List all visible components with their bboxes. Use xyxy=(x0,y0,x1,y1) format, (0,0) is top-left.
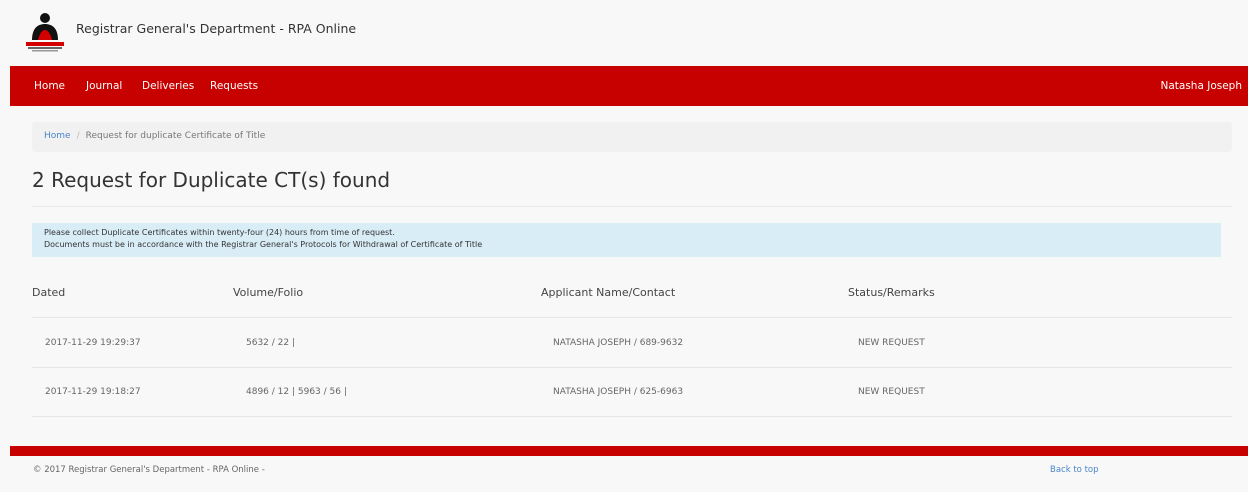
row-divider xyxy=(32,367,1232,368)
nav-home[interactable]: Home xyxy=(34,80,65,92)
row-divider xyxy=(32,416,1232,417)
page-title: 2 Request for Duplicate CT(s) found xyxy=(32,168,391,192)
main-navbar: Home Journal Deliveries Requests Natasha… xyxy=(10,66,1248,106)
nav-journal[interactable]: Journal xyxy=(86,80,122,92)
breadcrumb-separator: / xyxy=(76,131,80,141)
footer-bar xyxy=(10,446,1248,456)
notice-line-2: Documents must be in accordance with the… xyxy=(44,240,483,249)
header-status: Status/Remarks xyxy=(848,286,935,299)
cell-applicant: NATASHA JOSEPH / 689-9632 xyxy=(553,338,684,348)
cell-applicant: NATASHA JOSEPH / 625-6963 xyxy=(553,387,684,397)
nav-deliveries[interactable]: Deliveries xyxy=(142,80,194,92)
breadcrumb: Home / Request for duplicate Certificate o… xyxy=(32,122,1232,152)
title-divider xyxy=(32,206,1232,207)
app-title[interactable]: Registrar General's Department - RPA Onl… xyxy=(76,21,356,36)
breadcrumb-current: Request for duplicate Certificate of Tit… xyxy=(85,131,266,141)
info-notice: Please collect Duplicate Certificates wi… xyxy=(32,223,1221,257)
header-volume-folio: Volume/Folio xyxy=(233,286,304,299)
cell-dated: 2017-11-29 19:18:27 xyxy=(45,387,141,397)
cell-status: NEW REQUEST xyxy=(858,338,925,348)
footer-copyright: © 2017 Registrar General's Department - … xyxy=(33,465,265,475)
rgd-logo xyxy=(26,13,64,52)
user-menu[interactable]: Natasha Joseph xyxy=(1160,80,1242,92)
header-divider xyxy=(32,317,1232,318)
cell-volume-folio: 5632 / 22 | xyxy=(246,338,296,348)
top-header: Registrar General's Department - RPA Onl… xyxy=(0,0,1248,66)
back-to-top-link[interactable]: Back to top xyxy=(1050,465,1099,475)
notice-line-1: Please collect Duplicate Certificates wi… xyxy=(44,228,395,237)
cell-dated: 2017-11-29 19:29:37 xyxy=(45,338,141,348)
cell-status: NEW REQUEST xyxy=(858,387,925,397)
header-dated: Dated xyxy=(32,286,66,299)
breadcrumb-home-link[interactable]: Home xyxy=(44,131,71,141)
cell-volume-folio: 4896 / 12 | 5963 / 56 | xyxy=(246,387,347,397)
nav-requests[interactable]: Requests xyxy=(210,80,258,92)
header-applicant: Applicant Name/Contact xyxy=(541,286,676,299)
